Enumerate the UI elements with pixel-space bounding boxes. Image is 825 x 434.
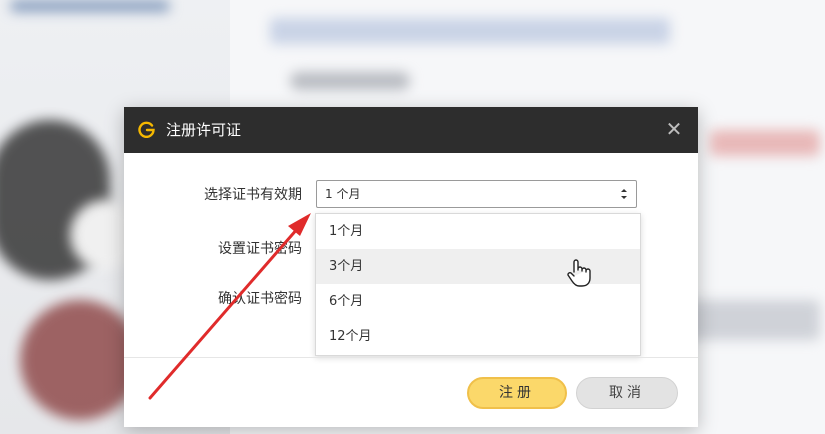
app-logo-icon (138, 121, 155, 138)
option-6-months[interactable]: 6个月 (316, 284, 640, 319)
hand-pointer-icon (567, 259, 591, 287)
password-label: 设置证书密码 (218, 241, 302, 257)
option-1-month[interactable]: 1个月 (316, 214, 640, 249)
validity-label: 选择证书有效期 (204, 187, 302, 203)
option-12-months[interactable]: 12个月 (316, 319, 640, 354)
select-value: 1 个月 (325, 187, 361, 201)
dialog-titlebar: 注册许可证 ✕ (124, 107, 698, 153)
register-button[interactable]: 注册 (467, 377, 567, 409)
footer-divider (124, 357, 698, 358)
dialog-title: 注册许可证 (166, 121, 242, 139)
register-license-dialog: 注册许可证 ✕ 选择证书有效期 设置证书密码 确认证书密码 1 个月 1个月 3… (124, 107, 698, 427)
updown-arrow-icon (621, 189, 627, 199)
validity-dropdown: 1个月 3个月 6个月 12个月 (315, 213, 641, 356)
close-icon[interactable]: ✕ (664, 119, 684, 139)
confirm-password-label: 确认证书密码 (218, 291, 302, 307)
cancel-button[interactable]: 取消 (576, 377, 678, 409)
validity-select[interactable]: 1 个月 (316, 180, 637, 208)
